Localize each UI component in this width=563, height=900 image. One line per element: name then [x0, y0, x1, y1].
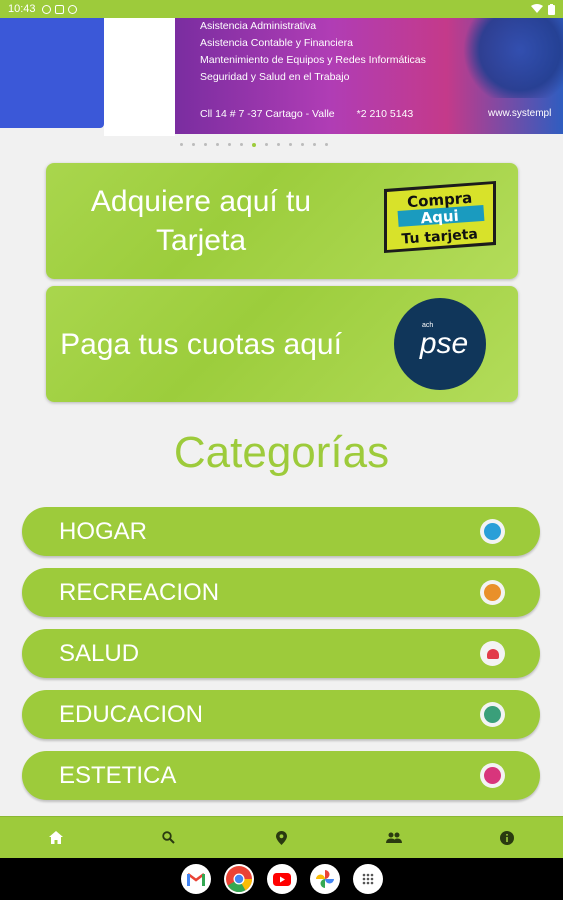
- carousel-indicator: [180, 143, 328, 147]
- pay-installments-label: Paga tus cuotas aquí: [60, 327, 342, 361]
- carousel-dot[interactable]: [301, 143, 304, 146]
- buy-card-label: Adquiere aquí tu Tarjeta: [90, 185, 312, 257]
- nav-search-button[interactable]: [149, 818, 189, 858]
- bottom-navigation: [0, 816, 563, 858]
- carousel-dot[interactable]: [313, 143, 316, 146]
- system-taskbar: [0, 858, 563, 900]
- category-estetica[interactable]: ESTETICA: [22, 751, 540, 800]
- photos-icon: [315, 870, 334, 888]
- promo-course-list: Asistencia Administrativa Asistencia Con…: [200, 18, 426, 86]
- carousel-dot[interactable]: [240, 143, 243, 146]
- pse-logo: ach pse: [394, 298, 486, 390]
- category-label: SALUD: [59, 639, 140, 667]
- search-icon: [162, 831, 176, 844]
- nav-people-button[interactable]: [374, 818, 414, 858]
- pse-logo-text: pse: [419, 327, 469, 360]
- category-recreacion[interactable]: RECREACION: [22, 568, 540, 617]
- promo-line: Asistencia Administrativa: [200, 20, 317, 32]
- category-hogar[interactable]: HOGAR: [22, 507, 540, 556]
- buy-card-button[interactable]: Adquiere aquí tu Tarjeta Compra Aqui Tu …: [46, 163, 518, 279]
- graduation-icon: [480, 702, 505, 727]
- home-icon: [480, 519, 505, 544]
- carousel-dot[interactable]: [228, 143, 231, 146]
- promo-line: Seguridad y Salud en el Trabajo: [200, 71, 350, 83]
- promo-banner[interactable]: Asistencia Administrativa Asistencia Con…: [175, 18, 563, 134]
- people-icon: [386, 832, 403, 843]
- youtube-app-button[interactable]: [266, 864, 297, 894]
- app-drawer-icon: [362, 873, 373, 885]
- carousel-dot[interactable]: [204, 143, 207, 146]
- location-pin-icon: [275, 830, 287, 845]
- promo-address: Cll 14 # 7 -37 Cartago - Valle: [200, 108, 335, 120]
- carousel-dot[interactable]: [180, 143, 183, 146]
- category-label: EDUCACION: [59, 700, 204, 728]
- gmail-icon: [186, 873, 205, 886]
- wifi-icon: [531, 4, 543, 13]
- heart-icon: [480, 641, 505, 666]
- home-icon: [49, 831, 64, 844]
- compra-logo-line2: Aqui: [420, 207, 459, 228]
- promo-url: www.systempl: [488, 108, 552, 119]
- chrome-app-button[interactable]: [223, 864, 254, 894]
- promo-contact: Cll 14 # 7 -37 Cartago - Valle *2 210 51…: [200, 108, 413, 120]
- pay-installments-button[interactable]: Paga tus cuotas aquí ach pse: [46, 286, 518, 402]
- promo-line: Mantenimiento de Equipos y Redes Informá…: [200, 54, 426, 66]
- compra-aqui-logo: Compra Aqui Tu tarjeta: [384, 181, 496, 253]
- carousel-prev-slide[interactable]: [0, 18, 104, 128]
- carousel-dot[interactable]: [192, 143, 195, 146]
- category-educacion[interactable]: EDUCACION: [22, 690, 540, 739]
- beauty-icon: [480, 763, 505, 788]
- notification-icon: [67, 4, 77, 14]
- carousel-dot[interactable]: [216, 143, 219, 146]
- nav-location-button[interactable]: [261, 818, 301, 858]
- info-icon: [499, 830, 514, 845]
- status-bar: 10:43: [0, 0, 563, 18]
- category-salud[interactable]: SALUD: [22, 629, 540, 678]
- carousel-dot[interactable]: [325, 143, 328, 146]
- pse-logo-ach: ach: [422, 322, 434, 329]
- carousel-dot[interactable]: [289, 143, 292, 146]
- nav-home-button[interactable]: [36, 818, 76, 858]
- promo-phone: *2 210 5143: [356, 108, 414, 120]
- promo-line: Asistencia Contable y Financiera: [200, 37, 353, 49]
- app-drawer-button[interactable]: [352, 864, 383, 894]
- recreation-icon: [480, 580, 505, 605]
- banner-carousel[interactable]: Asistencia Administrativa Asistencia Con…: [0, 18, 563, 140]
- status-time: 10:43: [8, 3, 36, 15]
- notification-icon: [41, 4, 51, 14]
- sim-icon: [54, 4, 64, 14]
- gmail-app-button[interactable]: [180, 864, 211, 894]
- nav-info-button[interactable]: [487, 818, 527, 858]
- categories-title: Categorías: [173, 428, 390, 477]
- carousel-dot[interactable]: [265, 143, 268, 146]
- youtube-icon: [272, 872, 291, 886]
- photos-app-button[interactable]: [309, 864, 340, 894]
- category-label: ESTETICA: [59, 761, 177, 789]
- battery-icon: [548, 3, 555, 15]
- carousel-dot[interactable]: [277, 143, 280, 146]
- chrome-icon: [225, 866, 252, 892]
- promo-figure: [455, 18, 563, 98]
- category-label: RECREACION: [59, 578, 220, 606]
- carousel-dot[interactable]: [252, 143, 256, 147]
- category-label: HOGAR: [59, 517, 148, 545]
